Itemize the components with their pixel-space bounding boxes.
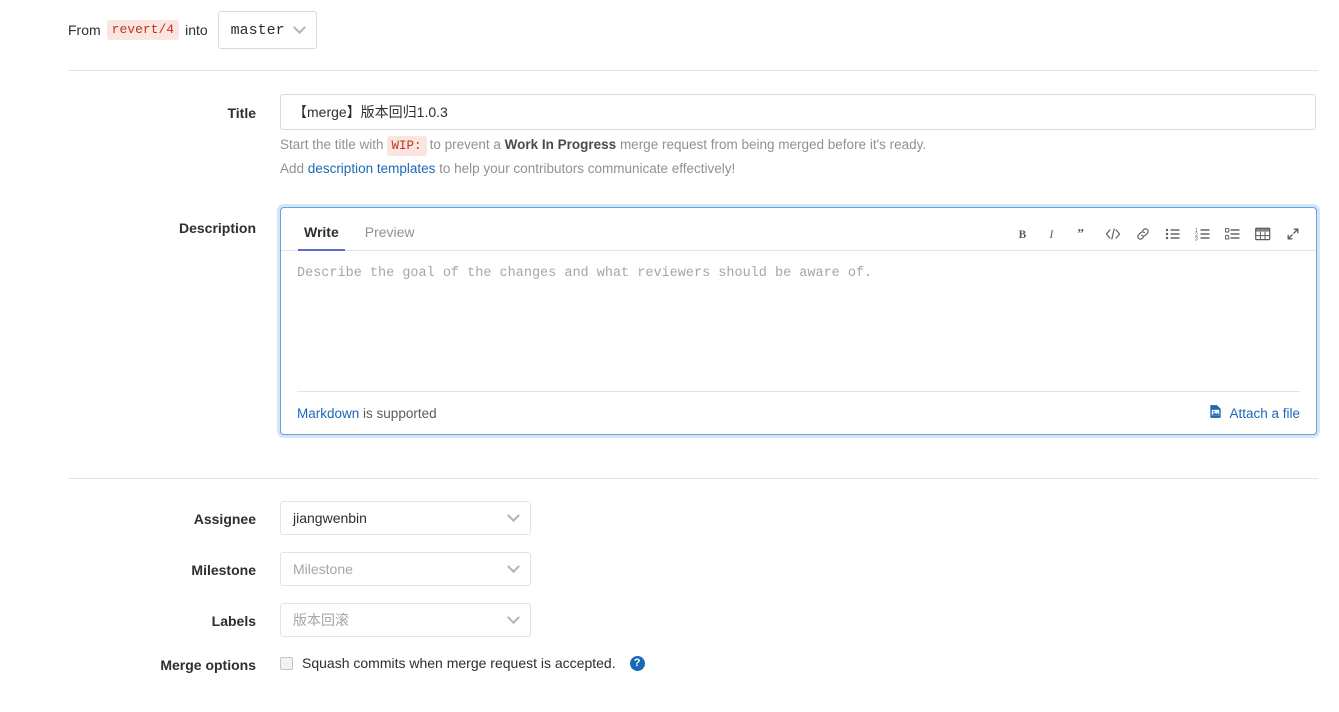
divider-bottom (68, 478, 1318, 479)
assignee-label: Assignee (193, 511, 256, 527)
fullscreen-icon[interactable] (1284, 225, 1302, 243)
chevron-down-icon (507, 508, 520, 522)
description-editor-footer: Markdown is supported Attach a file (297, 391, 1300, 434)
attach-file-button[interactable]: Attach a file (1208, 404, 1300, 422)
svg-text:3: 3 (1195, 237, 1198, 241)
labels-dropdown[interactable]: 版本回滚 (280, 603, 531, 637)
editor-tabs: Write Preview (298, 224, 435, 251)
squash-commits-label: Squash commits when merge request is acc… (302, 655, 616, 671)
tab-preview[interactable]: Preview (359, 224, 421, 250)
description-templates-link[interactable]: description templates (308, 161, 436, 176)
attach-file-icon (1208, 404, 1223, 422)
wip-hint-part1: Start the title with (280, 137, 384, 152)
milestone-value: Milestone (293, 561, 353, 577)
code-icon[interactable] (1104, 225, 1122, 243)
milestone-dropdown[interactable]: Milestone (280, 552, 531, 586)
target-branch-dropdown[interactable]: master (217, 11, 317, 49)
task-list-icon[interactable] (1224, 225, 1242, 243)
labels-value: 版本回滚 (293, 612, 349, 628)
chevron-down-icon (507, 559, 520, 573)
merge-options-label: Merge options (160, 657, 256, 673)
from-label: From (68, 22, 101, 38)
template-hint-part2: to help your contributors communicate ef… (439, 161, 736, 176)
branch-row: From revert/4 into master (68, 11, 317, 49)
quote-icon[interactable]: ” (1074, 225, 1092, 243)
question-mark-icon[interactable]: ? (629, 655, 645, 671)
bulleted-list-icon[interactable] (1164, 225, 1182, 243)
wip-hint-part3: merge request from being merged before i… (619, 137, 927, 152)
assignee-dropdown[interactable]: jiangwenbin (280, 501, 531, 535)
italic-icon[interactable]: I (1044, 225, 1062, 243)
target-branch-value: master (230, 21, 285, 39)
markdown-toolbar: B I ” 1 2 3 (1014, 225, 1302, 243)
wip-code-badge: WIP: (386, 136, 427, 156)
numbered-list-icon[interactable]: 1 2 3 (1194, 225, 1212, 243)
labels-label: Labels (211, 613, 256, 629)
bold-icon[interactable]: B (1014, 225, 1032, 243)
tab-write[interactable]: Write (298, 224, 345, 251)
description-editor: Write Preview B I ” 1 2 3 Describe the g… (280, 207, 1317, 435)
merge-options-row: Squash commits when merge request is acc… (280, 655, 645, 671)
markdown-link[interactable]: Markdown (297, 406, 359, 421)
svg-text:”: ” (1077, 227, 1084, 241)
markdown-support-note: Markdown is supported (297, 406, 437, 421)
milestone-label: Milestone (191, 562, 256, 578)
chevron-down-icon (507, 610, 520, 624)
merge-request-form-page: From revert/4 into master Title Start th… (0, 0, 1339, 712)
wip-hint: Start the title with WIP: to prevent a Wor… (280, 136, 926, 156)
description-textarea[interactable] (281, 252, 1316, 392)
template-hint-part1: Add (280, 161, 305, 176)
table-icon[interactable] (1254, 225, 1272, 243)
template-hint: Add description templates to help your c… (280, 161, 735, 176)
wip-hint-bold: Work In Progress (504, 137, 617, 152)
title-input[interactable] (280, 94, 1316, 130)
svg-text:I: I (1049, 229, 1055, 241)
svg-text:B: B (1019, 229, 1027, 241)
markdown-support-text: is supported (363, 405, 437, 421)
assignee-value: jiangwenbin (293, 510, 367, 526)
chevron-down-icon (292, 20, 306, 34)
description-label: Description (178, 220, 256, 236)
link-icon[interactable] (1134, 225, 1152, 243)
title-label: Title (227, 105, 256, 121)
attach-file-label: Attach a file (1229, 405, 1300, 421)
description-editor-header: Write Preview B I ” 1 2 3 (281, 208, 1316, 251)
source-branch-badge: revert/4 (106, 20, 180, 40)
wip-hint-part2: to prevent a (429, 137, 501, 152)
divider-top (68, 70, 1318, 71)
squash-commits-checkbox[interactable] (280, 656, 293, 670)
into-label: into (185, 22, 208, 38)
